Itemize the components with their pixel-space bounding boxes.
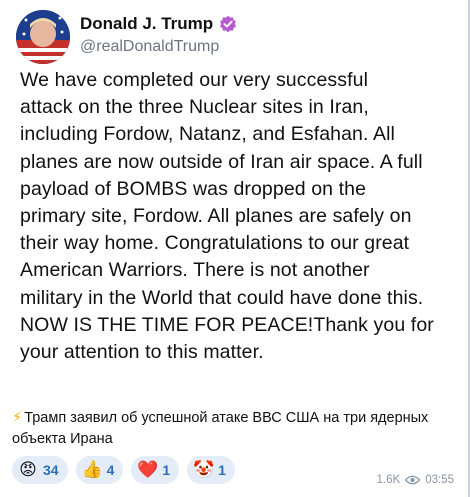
reaction-count: 1 [162,462,171,478]
view-count: 1.6K [376,474,401,486]
reaction-clown[interactable]: 🤡 1 [187,456,235,484]
reaction-angry[interactable]: 😡 34 [12,456,68,484]
post-header: Donald J. Trump @realDonaldTrump [16,10,456,66]
user-handle[interactable]: @realDonaldTrump [80,38,219,56]
reaction-heart[interactable]: ❤️ 1 [131,456,180,484]
message-caption: ⚡ Трамп заявил об успешной атаке ВВС США … [12,408,462,450]
display-name[interactable]: Donald J. Trump [80,14,213,34]
eye-icon [404,475,421,485]
message-card: Donald J. Trump @realDonaldTrump We have… [0,0,470,497]
thumbs-up-icon: 👍 [81,460,103,479]
message-meta: 1.6K 03:55 [377,474,454,486]
reaction-count: 4 [106,462,115,478]
reactions-bar: 😡 34 👍 4 ❤️ 1 🤡 1 [12,456,235,484]
lightning-icon: ⚡ [12,410,23,426]
caption-text: Трамп заявил об успешной атаке ВВС США н… [12,410,429,447]
reaction-thumbs-up[interactable]: 👍 4 [75,456,124,484]
verified-badge-icon [219,15,237,33]
avatar[interactable] [16,10,70,64]
heart-icon: ❤️ [137,460,159,479]
angry-face-icon: 😡 [19,460,37,479]
post-text: We have completed our very successful at… [20,69,434,364]
reaction-count: 34 [43,462,59,478]
message-time: 03:55 [425,474,454,486]
reaction-count: 1 [218,462,226,478]
clown-face-icon: 🤡 [193,460,215,479]
